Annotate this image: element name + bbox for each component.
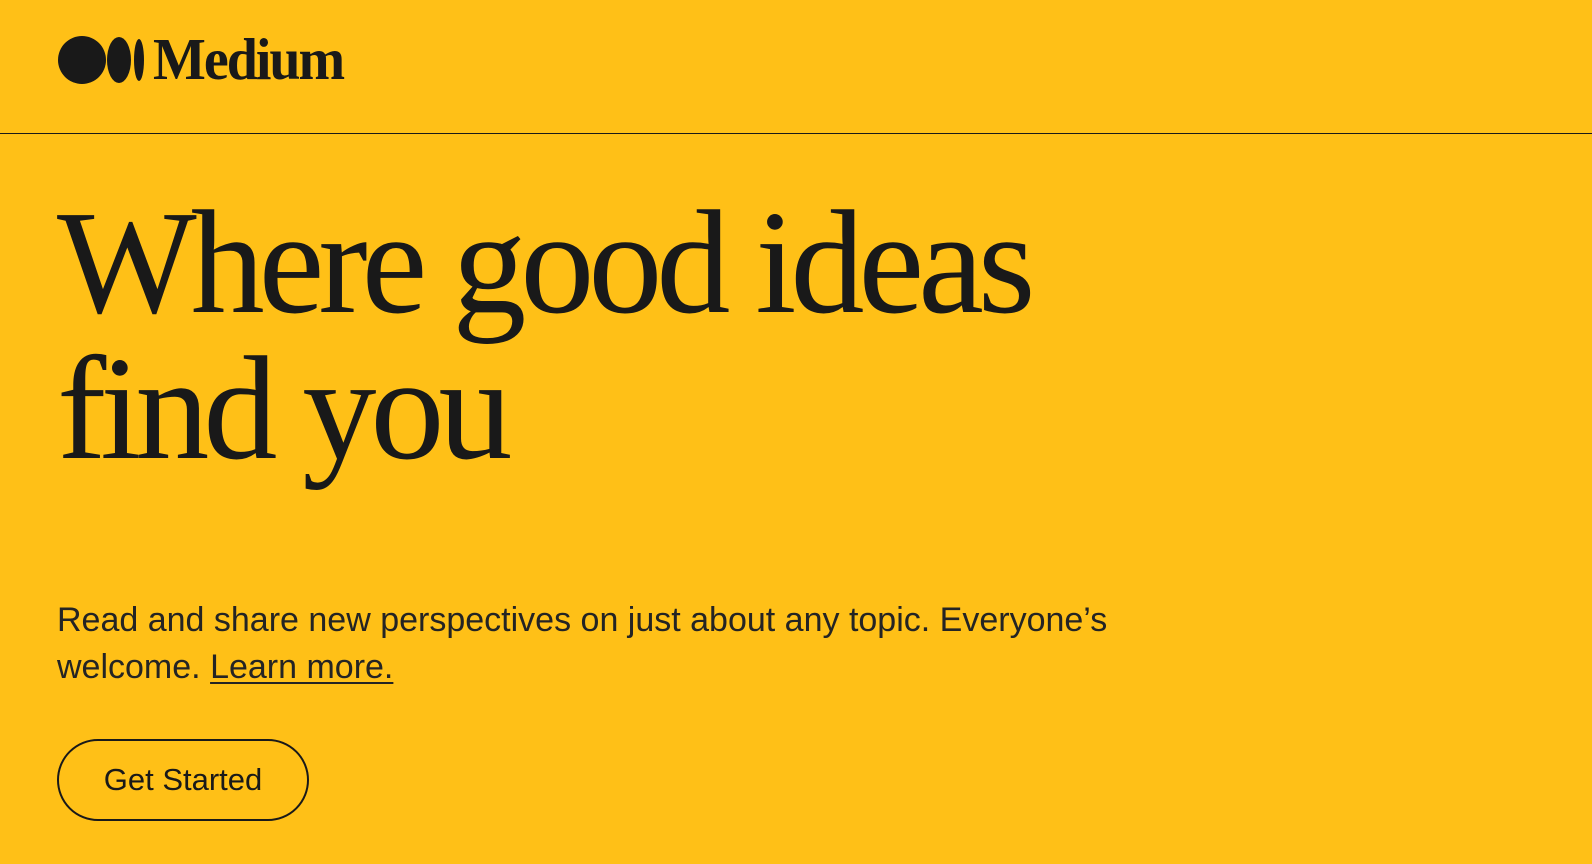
- get-started-button[interactable]: Get Started: [57, 739, 309, 821]
- hero-title: Where good ideas find you: [57, 181, 1035, 491]
- hero-subtitle: Read and share new perspectives on just …: [57, 597, 1157, 691]
- learn-more-link[interactable]: Learn more.: [210, 648, 393, 686]
- medium-wordmark: Medium: [153, 27, 345, 93]
- hero-section: Where good ideas find you: [57, 181, 1257, 491]
- top-header: Medium: [0, 0, 1592, 134]
- medium-logo-link[interactable]: Medium: [57, 27, 345, 93]
- medium-logo-icon: [58, 36, 144, 84]
